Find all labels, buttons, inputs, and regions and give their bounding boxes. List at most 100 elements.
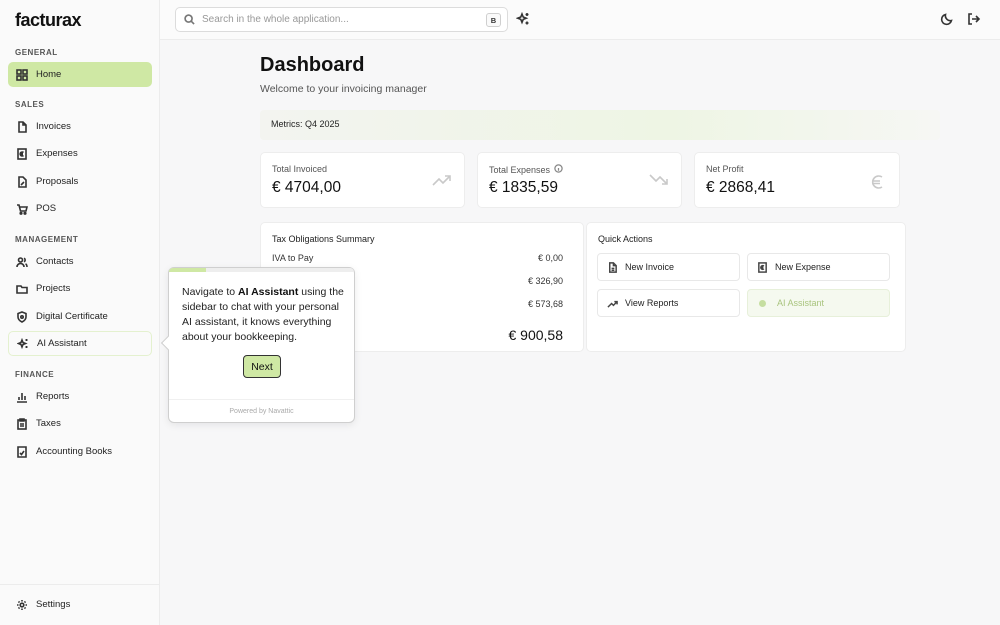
sparkles-icon	[17, 337, 29, 350]
sidebar-item-expenses[interactable]: Expenses	[8, 141, 152, 166]
ai-assistant-button[interactable]: AI Assistant	[747, 289, 890, 317]
search-icon	[184, 14, 195, 25]
sidebar-item-reports[interactable]: Reports	[8, 384, 152, 409]
sidebar-item-label: Expenses	[36, 148, 78, 159]
sidebar-item-label: Digital Certificate	[36, 311, 108, 322]
euro-receipt-icon	[16, 147, 28, 160]
moon-icon[interactable]	[940, 12, 954, 26]
tour-text-before: Navigate to	[182, 286, 239, 298]
tour-divider	[169, 399, 354, 400]
sidebar-item-label: Invoices	[36, 121, 71, 132]
section-label-management: MANAGEMENT	[15, 235, 79, 244]
euro-receipt-icon	[758, 261, 767, 273]
app-logo[interactable]: facturax	[15, 10, 82, 31]
button-label: New Invoice	[625, 262, 675, 272]
file-icon	[16, 120, 28, 133]
metrics-period-label: Metrics: Q4 2025	[271, 119, 340, 129]
section-label-general: GENERAL	[15, 48, 58, 57]
logout-icon[interactable]	[967, 12, 981, 26]
tour-next-button[interactable]: Next	[243, 355, 281, 378]
view-reports-button[interactable]: View Reports	[597, 289, 740, 317]
trending-down-icon	[649, 173, 669, 192]
sidebar-item-ai-assistant[interactable]: AI Assistant	[8, 331, 152, 356]
euro-icon	[869, 173, 887, 196]
tour-powered-by[interactable]: Powered by Navattic	[169, 408, 354, 415]
sidebar-item-contacts[interactable]: Contacts	[8, 249, 152, 274]
stat-value: € 4704,00	[272, 179, 341, 196]
sidebar-item-label: Accounting Books	[36, 446, 113, 457]
stat-label: Net Profit	[706, 164, 744, 174]
sidebar-item-taxes[interactable]: Taxes	[8, 411, 152, 436]
sidebar-item-settings[interactable]: Settings	[8, 592, 152, 617]
clipboard-icon	[16, 417, 28, 430]
sidebar: facturax GENERAL Home SALES Invoices Exp…	[0, 0, 160, 625]
book-icon	[16, 445, 28, 458]
folder-icon	[16, 283, 28, 295]
sidebar-item-label: Projects	[36, 283, 71, 294]
sidebar-item-invoices[interactable]: Invoices	[8, 114, 152, 139]
shield-icon	[16, 310, 28, 323]
button-label: AI Assistant	[777, 298, 825, 308]
sparkles-icon	[759, 299, 766, 307]
new-invoice-button[interactable]: New Invoice	[597, 253, 740, 281]
sidebar-item-label: Contacts	[36, 256, 74, 267]
info-icon[interactable]	[550, 164, 563, 175]
search-bar[interactable]: B	[175, 7, 508, 32]
sidebar-divider	[0, 584, 159, 585]
button-label: New Expense	[775, 262, 831, 272]
sidebar-item-label: POS	[36, 203, 57, 214]
sidebar-item-projects[interactable]: Projects	[8, 276, 152, 301]
stat-value: € 2868,41	[706, 179, 775, 196]
topbar: B	[160, 0, 1000, 40]
sidebar-item-label: Settings	[36, 599, 71, 610]
sidebar-item-pos[interactable]: POS	[8, 196, 152, 221]
sidebar-item-label: Home	[36, 69, 62, 80]
tour-progress-fill	[169, 268, 206, 272]
trending-up-icon	[432, 173, 452, 192]
page-title: Dashboard	[260, 54, 365, 76]
file-icon	[609, 261, 617, 273]
sidebar-item-label: Proposals	[36, 176, 79, 187]
stat-label-wrap: Total Expenses	[489, 164, 563, 175]
sidebar-item-digital-certificate[interactable]: Digital Certificate	[8, 304, 152, 329]
sidebar-item-label: AI Assistant	[37, 338, 87, 349]
stat-card-total-invoiced: Total Invoiced € 4704,00	[260, 152, 465, 208]
file-edit-icon	[16, 175, 28, 188]
tax-card-title: Tax Obligations Summary	[272, 234, 375, 244]
tax-total: € 900,58	[508, 327, 564, 343]
tour-text-highlight: AI Assistant	[238, 286, 299, 298]
cart-icon	[16, 203, 28, 215]
section-label-finance: FINANCE	[15, 370, 55, 379]
tax-row-value: € 326,90	[527, 276, 563, 286]
gear-icon	[16, 599, 28, 611]
tax-row-value: € 0,00	[537, 253, 563, 263]
search-input[interactable]	[202, 14, 482, 25]
tax-row-label: IVA to Pay	[272, 253, 314, 263]
stat-card-total-expenses: Total Expenses € 1835,59	[477, 152, 682, 208]
metrics-period-bar: Metrics: Q4 2025	[260, 110, 940, 140]
section-label-sales: SALES	[15, 100, 45, 109]
tour-message: Navigate to AI Assistant using the sideb…	[182, 285, 347, 345]
trending-up-icon	[607, 300, 618, 308]
stat-value: € 1835,59	[489, 179, 558, 196]
sidebar-item-label: Reports	[36, 391, 70, 402]
users-icon	[16, 256, 28, 268]
button-label: View Reports	[625, 298, 679, 308]
sidebar-item-home[interactable]: Home	[8, 62, 152, 87]
sidebar-item-label: Taxes	[36, 418, 61, 429]
quick-actions-title: Quick Actions	[598, 234, 653, 244]
stat-card-net-profit: Net Profit € 2868,41	[694, 152, 900, 208]
page-subtitle: Welcome to your invoicing manager	[260, 83, 427, 95]
grid-icon	[16, 68, 28, 81]
ai-sparkles-icon[interactable]	[515, 11, 531, 27]
search-shortcut-badge: B	[486, 13, 501, 27]
quick-actions-card: Quick Actions New Invoice New Expense Vi…	[586, 222, 906, 352]
bar-chart-icon	[16, 391, 28, 403]
tour-pointer-arrow	[160, 335, 176, 351]
new-expense-button[interactable]: New Expense	[747, 253, 890, 281]
sidebar-item-accounting-books[interactable]: Accounting Books	[8, 439, 152, 464]
tour-progress-bar	[169, 268, 354, 272]
sidebar-item-proposals[interactable]: Proposals	[8, 169, 152, 194]
tour-popover: Navigate to AI Assistant using the sideb…	[160, 267, 355, 423]
stat-label: Total Expenses	[489, 164, 551, 175]
